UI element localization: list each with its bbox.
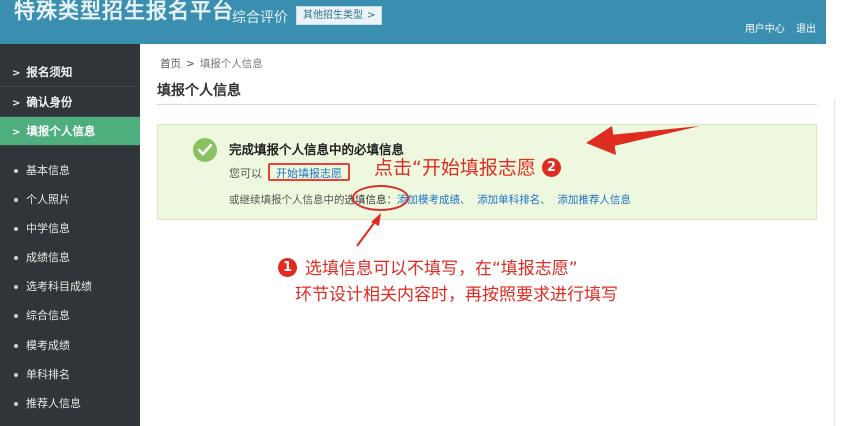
annotation-line-1: 选填信息可以不填写，在“填报志愿”: [305, 259, 578, 279]
arrow-to-start-link: [586, 126, 700, 155]
arrow-to-optional-info: [356, 213, 381, 247]
content-border: [834, 100, 835, 426]
annotation-arrows: [356, 126, 700, 247]
annotation-line-2: 环节设计相关内容时，再按照要求进行填写: [295, 285, 618, 305]
annotation-click-start: 点击“开始填报志愿 2: [374, 153, 561, 180]
annotation-optional-note: 1 选填信息可以不填写，在“填报志愿” 环节设计相关内容时，再按照要求进行填写: [278, 256, 618, 308]
step-number-badge: 2: [541, 158, 561, 177]
annotation-text: 点击“开始填报志愿: [374, 157, 536, 179]
step-number-badge: 1: [278, 258, 297, 277]
